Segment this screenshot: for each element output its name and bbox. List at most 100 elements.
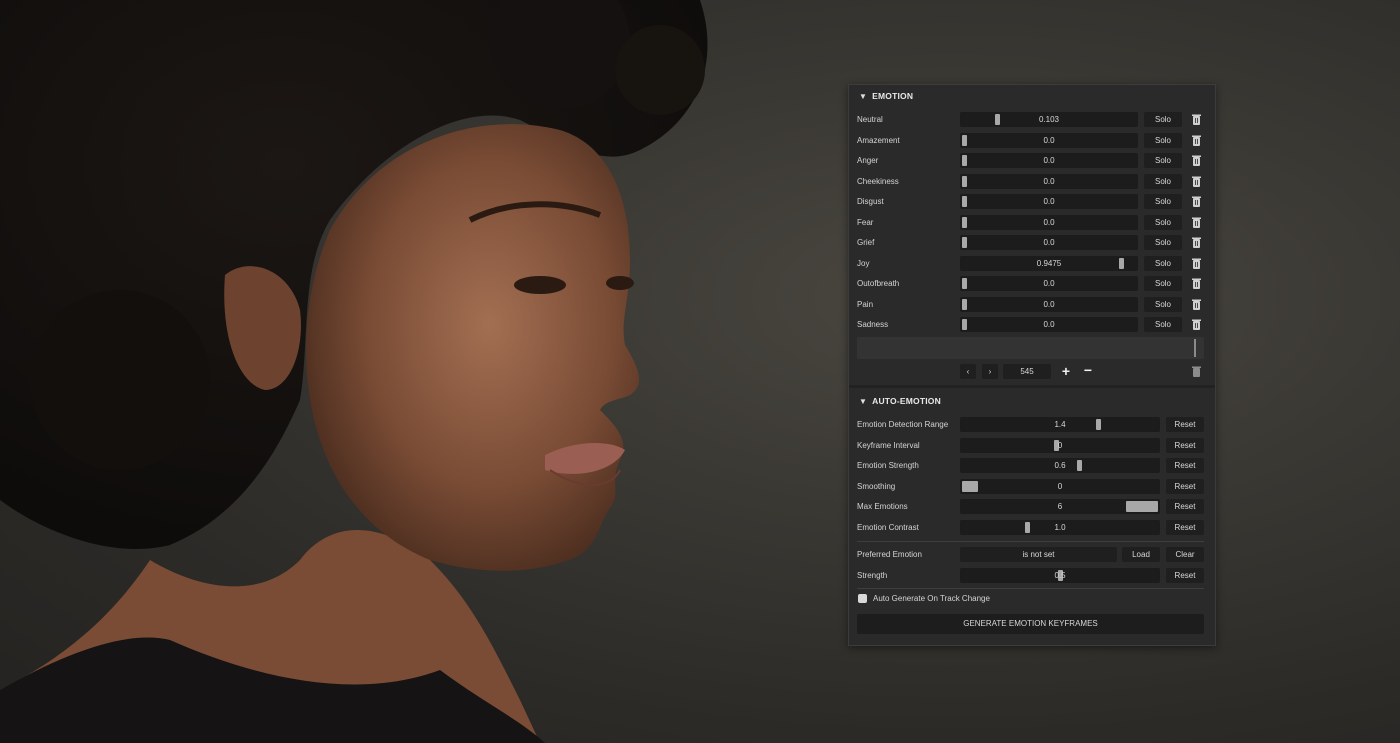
setting-label: Smoothing — [857, 482, 896, 491]
prev-frame-button[interactable]: ‹ — [960, 364, 976, 379]
emotion-section-title: EMOTION — [872, 91, 914, 101]
setting-slider[interactable]: 0 — [960, 479, 1160, 494]
emotion-section-header[interactable]: ▼ EMOTION — [849, 85, 913, 107]
solo-button[interactable]: Solo — [1144, 297, 1182, 312]
strength-label: Strength — [857, 571, 888, 580]
setting-value: 6 — [1057, 502, 1063, 511]
track-scrollbar[interactable] — [1194, 339, 1196, 357]
trash-icon[interactable] — [1190, 317, 1202, 332]
solo-button[interactable]: Solo — [1144, 215, 1182, 230]
emotion-value: 0.0 — [1043, 300, 1055, 309]
emotion-slider[interactable]: 0.0 — [960, 297, 1138, 312]
emotion-value: 0.103 — [1038, 115, 1060, 124]
emotion-track-area[interactable] — [857, 337, 1204, 359]
trash-icon[interactable] — [1190, 112, 1202, 127]
emotion-label: Neutral — [857, 115, 883, 124]
emotion-value: 0.0 — [1043, 218, 1055, 227]
emotion-slider[interactable]: 0.0 — [960, 276, 1138, 291]
frame-number-field[interactable]: 545 — [1003, 364, 1051, 379]
solo-button[interactable]: Solo — [1144, 174, 1182, 189]
solo-button[interactable]: Solo — [1144, 153, 1182, 168]
emotion-slider[interactable]: 0.0 — [960, 215, 1138, 230]
emotion-value: 0.0 — [1043, 156, 1055, 165]
settings-divider — [857, 588, 1204, 589]
setting-label: Emotion Detection Range — [857, 420, 949, 429]
trash-icon[interactable] — [1190, 276, 1202, 291]
trash-icon[interactable] — [1190, 256, 1202, 271]
setting-label: Keyframe Interval — [857, 441, 920, 450]
emotion-slider[interactable]: 0.0 — [960, 317, 1138, 332]
settings-divider — [857, 541, 1204, 542]
reset-button[interactable]: Reset — [1166, 458, 1204, 473]
reset-button[interactable]: Reset — [1166, 499, 1204, 514]
next-frame-button[interactable]: › — [982, 364, 998, 379]
solo-button[interactable]: Solo — [1144, 256, 1182, 271]
delete-all-icon[interactable] — [1190, 364, 1202, 379]
solo-button[interactable]: Solo — [1144, 112, 1182, 127]
auto-emotion-section-header[interactable]: ▼ AUTO-EMOTION — [849, 390, 941, 412]
setting-slider[interactable]: 1.4 — [960, 417, 1160, 432]
solo-button[interactable]: Solo — [1144, 317, 1182, 332]
solo-button[interactable]: Solo — [1144, 133, 1182, 148]
setting-slider[interactable]: 0 — [960, 438, 1160, 453]
remove-keyframe-button[interactable]: − — [1080, 363, 1096, 379]
emotion-panel: ▼ EMOTION Neutral 0.103 Solo Amazement 0.0 So… — [848, 84, 1216, 646]
trash-icon[interactable] — [1190, 297, 1202, 312]
emotion-label: Sadness — [857, 320, 889, 329]
emotion-slider[interactable]: 0.0 — [960, 153, 1138, 168]
load-button[interactable]: Load — [1122, 547, 1160, 562]
setting-slider[interactable]: 6 — [960, 499, 1160, 514]
setting-slider[interactable]: 1.0 — [960, 520, 1160, 535]
auto-generate-checkbox[interactable] — [858, 594, 867, 603]
emotion-label: Fear — [857, 218, 874, 227]
reset-button[interactable]: Reset — [1166, 479, 1204, 494]
emotion-slider[interactable]: 0.9475 — [960, 256, 1138, 271]
generate-emotion-keyframes-button[interactable]: GENERATE EMOTION KEYFRAMES — [857, 614, 1204, 634]
strength-slider[interactable]: 0.5 — [960, 568, 1160, 583]
setting-value: 0 — [1057, 482, 1063, 491]
emotion-slider[interactable]: 0.0 — [960, 174, 1138, 189]
emotion-label: Cheekiness — [857, 177, 899, 186]
solo-button[interactable]: Solo — [1144, 276, 1182, 291]
trash-icon[interactable] — [1190, 194, 1202, 209]
add-keyframe-button[interactable]: + — [1058, 364, 1074, 379]
emotion-label: Joy — [857, 259, 870, 268]
setting-label: Emotion Contrast — [857, 523, 919, 532]
auto-generate-label: Auto Generate On Track Change — [873, 594, 990, 603]
preferred-emotion-label: Preferred Emotion — [857, 550, 922, 559]
emotion-value: 0.0 — [1043, 320, 1055, 329]
setting-value: 1.4 — [1054, 420, 1066, 429]
emotion-value: 0.0 — [1043, 238, 1055, 247]
emotion-slider[interactable]: 0.0 — [960, 235, 1138, 250]
preferred-emotion-field[interactable]: is not set — [960, 547, 1117, 562]
emotion-slider[interactable]: 0.0 — [960, 133, 1138, 148]
setting-label: Max Emotions — [857, 502, 908, 511]
trash-icon[interactable] — [1190, 235, 1202, 250]
emotion-value: 0.9475 — [1036, 259, 1062, 268]
emotion-slider[interactable]: 0.0 — [960, 194, 1138, 209]
solo-button[interactable]: Solo — [1144, 194, 1182, 209]
trash-icon[interactable] — [1190, 174, 1202, 189]
character-portrait — [0, 0, 708, 743]
emotion-value: 0.0 — [1043, 177, 1055, 186]
setting-label: Emotion Strength — [857, 461, 919, 470]
strength-value: 0.5 — [1054, 571, 1066, 580]
solo-button[interactable]: Solo — [1144, 235, 1182, 250]
reset-button[interactable]: Reset — [1166, 417, 1204, 432]
section-divider — [849, 385, 1215, 388]
emotion-value: 0.0 — [1043, 136, 1055, 145]
emotion-value: 0.0 — [1043, 197, 1055, 206]
setting-slider[interactable]: 0.6 — [960, 458, 1160, 473]
trash-icon[interactable] — [1190, 133, 1202, 148]
reset-button[interactable]: Reset — [1166, 438, 1204, 453]
strength-reset-button[interactable]: Reset — [1166, 568, 1204, 583]
reset-button[interactable]: Reset — [1166, 520, 1204, 535]
setting-value: 1.0 — [1054, 523, 1066, 532]
emotion-label: Disgust — [857, 197, 884, 206]
emotion-slider[interactable]: 0.103 — [960, 112, 1138, 127]
auto-emotion-section-title: AUTO-EMOTION — [872, 396, 941, 406]
clear-button[interactable]: Clear — [1166, 547, 1204, 562]
setting-value: 0 — [1057, 441, 1063, 450]
trash-icon[interactable] — [1190, 153, 1202, 168]
trash-icon[interactable] — [1190, 215, 1202, 230]
